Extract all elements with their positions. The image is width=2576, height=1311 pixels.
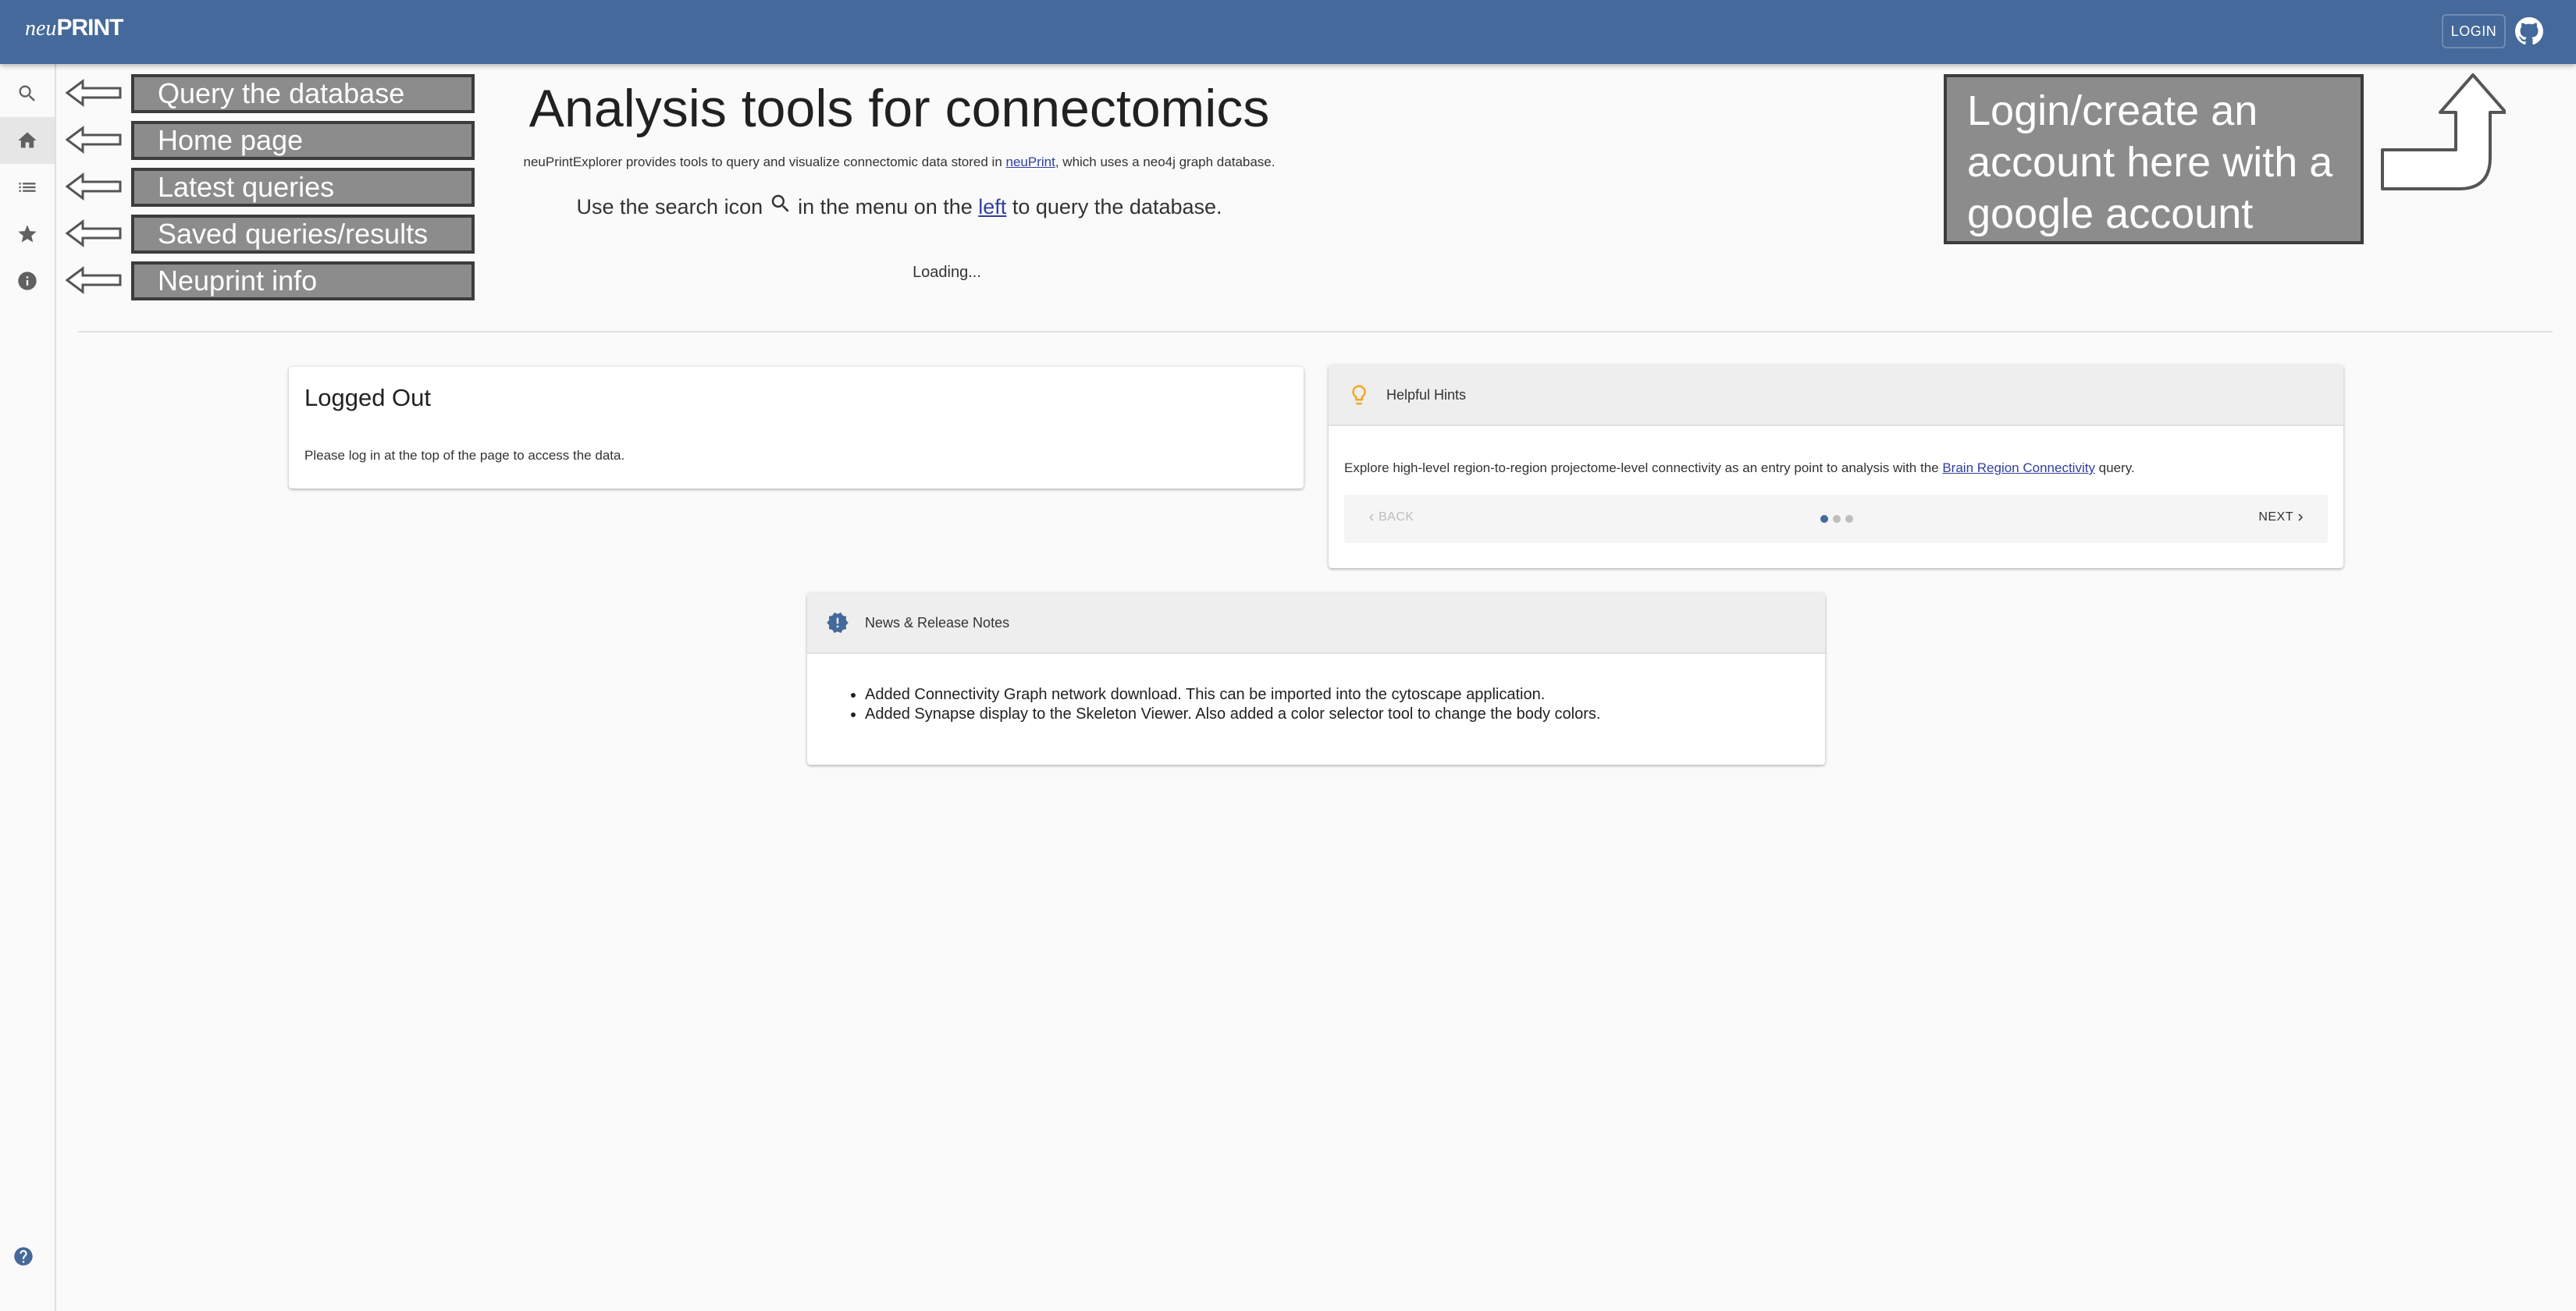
news-header: News & Release Notes bbox=[807, 593, 1825, 654]
news-item: Added Synapse display to the Skeleton Vi… bbox=[865, 705, 1600, 724]
news-title: News & Release Notes bbox=[865, 614, 1010, 631]
callout-login: Login/create an account here with a goog… bbox=[1944, 74, 2364, 244]
neuprint-logo[interactable]: neuPRINT bbox=[25, 14, 123, 43]
left-arrow-annotation bbox=[66, 219, 122, 247]
home-icon bbox=[18, 132, 37, 148]
hints-title: Helpful Hints bbox=[1386, 386, 1467, 403]
helpful-hints-card: Helpful Hints Explore high-level region-… bbox=[1329, 365, 2343, 568]
callout-latest: Latest queries bbox=[131, 168, 475, 207]
star-icon bbox=[18, 225, 37, 243]
step-dot bbox=[1845, 515, 1853, 523]
up-arrow-annotation bbox=[2381, 73, 2506, 190]
divider bbox=[78, 331, 2553, 332]
logged-out-card: Logged Out Please log in at the top of t… bbox=[289, 367, 1304, 489]
search-icon bbox=[771, 194, 789, 212]
hints-stepper: BACK NEXT bbox=[1344, 495, 2328, 543]
logo-main: PRINT bbox=[56, 15, 123, 41]
sidebar-item-latest-queries[interactable] bbox=[0, 164, 55, 211]
step-dot bbox=[1833, 515, 1841, 523]
callout-saved: Saved queries/results bbox=[131, 215, 475, 254]
list-icon bbox=[19, 183, 36, 192]
github-icon[interactable] bbox=[2515, 17, 2543, 45]
news-item: Added Connectivity Graph network downloa… bbox=[865, 685, 1600, 705]
chevron-left-icon bbox=[1369, 513, 1374, 521]
page-title: Analysis tools for connectomics bbox=[528, 79, 1270, 138]
hint-body-start: Explore high-level region-to-region proj… bbox=[1344, 460, 1943, 475]
sidebar-item-search[interactable] bbox=[0, 70, 55, 117]
chevron-right-icon bbox=[2298, 513, 2303, 521]
intro-text-start: neuPrintExplorer provides tools to query… bbox=[523, 155, 1006, 169]
back-label: BACK bbox=[1379, 510, 1414, 524]
brain-region-connectivity-link[interactable]: Brain Region Connectivity bbox=[1942, 460, 2095, 475]
hints-header: Helpful Hints bbox=[1329, 365, 2343, 426]
lightbulb-icon bbox=[1352, 385, 1366, 405]
intro-text-end: , which uses a neo4j graph database. bbox=[1055, 155, 1276, 169]
search-hint: Use the search icon in the menu on the l… bbox=[493, 192, 1305, 219]
logo-prefix: neu bbox=[25, 16, 57, 41]
logged-out-title: Logged Out bbox=[304, 384, 432, 411]
sidebar bbox=[0, 64, 56, 1311]
news-card: News & Release Notes Added Connectivity … bbox=[807, 593, 1825, 765]
intro-description: neuPrintExplorer provides tools to query… bbox=[493, 155, 1305, 170]
next-label: NEXT bbox=[2258, 510, 2293, 524]
loading-indicator: Loading... bbox=[913, 264, 981, 281]
callout-home: Home page bbox=[131, 121, 475, 160]
sidebar-item-favorites[interactable] bbox=[0, 211, 55, 258]
login-button[interactable]: LOGIN bbox=[2442, 14, 2506, 48]
new-releases-icon bbox=[827, 612, 849, 634]
hint-text-middle: in the menu on the bbox=[792, 195, 979, 218]
left-arrow-annotation bbox=[66, 126, 122, 154]
search-icon bbox=[19, 85, 35, 101]
left-arrow-annotation bbox=[66, 79, 122, 107]
left-arrow-annotation bbox=[66, 172, 122, 201]
logged-out-message: Please log in at the top of the page to … bbox=[304, 448, 625, 463]
step-dots bbox=[1820, 515, 1853, 523]
left-link[interactable]: left bbox=[978, 195, 1006, 218]
news-list: Added Connectivity Graph network downloa… bbox=[865, 685, 1600, 724]
next-button[interactable]: NEXT bbox=[2258, 510, 2307, 524]
left-arrow-annotation bbox=[66, 266, 122, 294]
back-button[interactable]: BACK bbox=[1364, 510, 1414, 524]
callout-query: Query the database bbox=[131, 74, 475, 113]
sidebar-item-info[interactable] bbox=[0, 258, 55, 304]
hint-text-end: to query the database. bbox=[1006, 195, 1222, 218]
step-dot bbox=[1820, 515, 1828, 523]
hint-text: Explore high-level region-to-region proj… bbox=[1344, 460, 2135, 476]
neuprint-link[interactable]: neuPrint bbox=[1006, 155, 1055, 169]
hint-text-start: Use the search icon bbox=[576, 195, 769, 218]
help-icon[interactable] bbox=[12, 1245, 34, 1267]
sidebar-item-home[interactable] bbox=[0, 117, 55, 164]
callout-info: Neuprint info bbox=[131, 261, 475, 300]
top-app-bar: neuPRINT LOGIN bbox=[0, 0, 2576, 64]
hint-body-end: query. bbox=[2094, 460, 2135, 475]
info-icon bbox=[18, 272, 37, 290]
